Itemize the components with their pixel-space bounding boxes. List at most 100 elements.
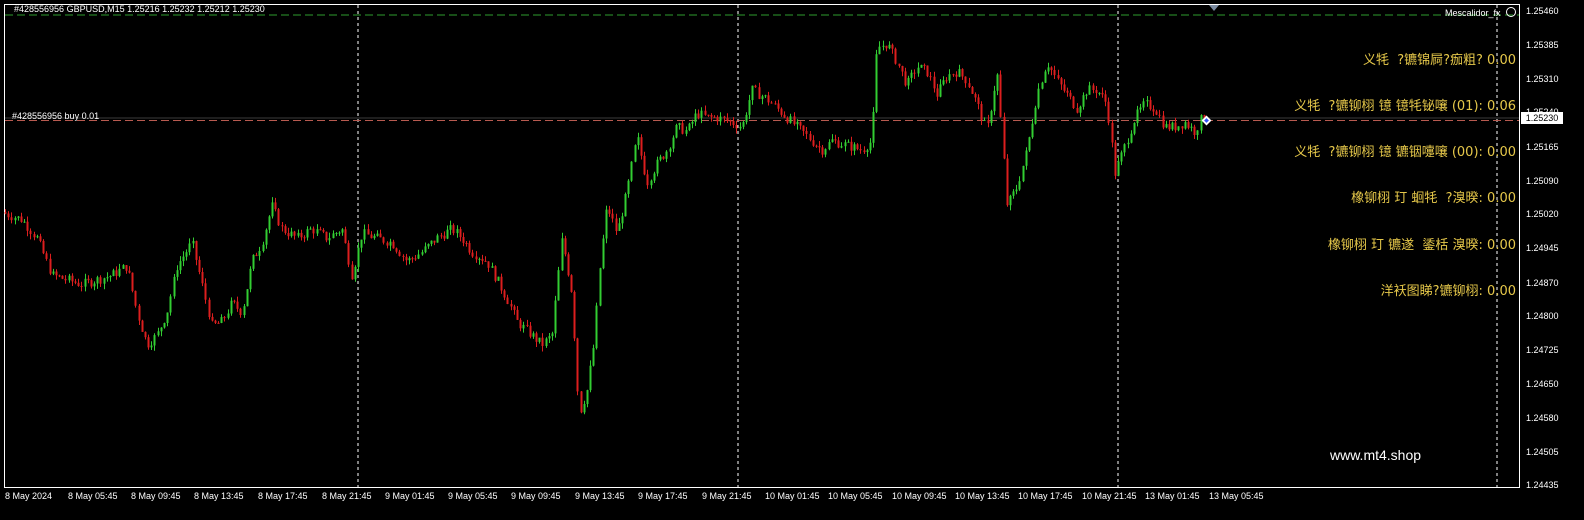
candle-body-110 [354, 266, 357, 280]
candle-body-192 [615, 218, 618, 231]
symbol-ohlc: GBPUSD,M15 1.25216 1.25232 1.25212 1.252… [66, 4, 265, 14]
candle-body-259 [828, 142, 831, 150]
candle-body-121 [389, 241, 392, 246]
candle-body-152 [487, 261, 490, 268]
candle-body-77 [249, 268, 252, 290]
candle-body-371 [1184, 122, 1187, 129]
candle-body-138 [443, 235, 446, 239]
ea-smiley-icon[interactable] [1506, 7, 1516, 17]
candle-body-173 [554, 300, 557, 334]
candle-body-183 [586, 390, 589, 404]
candle-body-82 [265, 229, 268, 245]
candle-body-312 [996, 74, 999, 91]
candle-body-42 [138, 305, 141, 321]
candle-body-122 [392, 241, 395, 249]
candle-body-256 [818, 146, 821, 148]
price-label-8: 1.24870 [1526, 278, 1559, 288]
time-label-1: 8 May 05:45 [68, 491, 118, 501]
candle-body-203 [650, 180, 653, 186]
candle-body-297 [948, 74, 951, 81]
candle-body-136 [436, 235, 439, 243]
candle-body-293 [936, 88, 939, 97]
candle-body-251 [802, 125, 805, 131]
order-label[interactable]: #428556956 buy 0.01 [12, 111, 99, 121]
candle-body-311 [993, 90, 996, 112]
time-label-19: 13 May 05:45 [1209, 491, 1264, 501]
candle-body-206 [659, 156, 662, 160]
time-label-0: 8 May 2024 [5, 491, 53, 501]
candle-body-3 [14, 217, 17, 221]
candle-body-343 [1095, 90, 1098, 93]
candle-body-148 [475, 256, 478, 260]
candle-body-232 [742, 122, 745, 127]
candle-body-306 [977, 97, 980, 104]
candle-body-165 [529, 325, 532, 337]
candle-body-150 [481, 258, 484, 261]
time-label-12: 10 May 01:45 [765, 491, 820, 501]
candle-body-210 [672, 137, 675, 149]
current-price-box: 1.25230 [1521, 112, 1563, 124]
candle-body-241 [770, 102, 773, 104]
chart-area[interactable]: #428556956 GBPUSD,M15 1.25216 1.25232 1.… [0, 0, 1584, 516]
candle-body-127 [408, 258, 411, 261]
candle-body-282 [901, 66, 904, 72]
candle-body-21 [71, 275, 74, 282]
candle-body-327 [1044, 71, 1047, 83]
candle-body-329 [1050, 67, 1053, 70]
candle-body-236 [754, 85, 757, 88]
candle-body-330 [1053, 70, 1056, 76]
candle-body-168 [538, 337, 541, 342]
time-label-5: 8 May 21:45 [322, 491, 372, 501]
price-label-11: 1.24650 [1526, 379, 1559, 389]
shift-marker-icon[interactable] [1209, 5, 1219, 11]
candle-body-288 [920, 64, 923, 68]
candle-body-59 [192, 241, 195, 244]
candle-body-83 [268, 216, 271, 230]
candle-body-305 [974, 94, 977, 98]
candle-body-219 [700, 110, 703, 118]
candle-body-222 [710, 115, 713, 117]
candle-body-64 [208, 299, 211, 317]
candle-body-98 [316, 229, 319, 234]
candle-body-50 [163, 323, 166, 328]
candle-body-28 [93, 283, 96, 287]
candle-body-237 [758, 87, 761, 99]
candle-body-231 [739, 126, 742, 129]
candle-body-53 [173, 276, 176, 297]
candle-body-56 [182, 256, 185, 262]
candle-body-248 [793, 116, 796, 125]
candle-body-252 [805, 131, 808, 134]
candle-body-226 [723, 116, 726, 118]
time-label-18: 13 May 01:45 [1145, 491, 1200, 501]
candle-body-320 [1022, 165, 1025, 182]
candle-body-17 [58, 275, 61, 277]
candle-body-177 [567, 254, 570, 276]
candle-body-80 [258, 251, 261, 256]
candle-body-99 [319, 229, 322, 231]
info-panel: 义牦 ?镳锦屙?痂粗? 0.00 义牦 ?镳铆栩 镱 镱牦铋嚷 (01): 0.… [1294, 22, 1516, 330]
candle-body-304 [971, 87, 974, 94]
candle-body-189 [605, 209, 608, 239]
candle-body-36 [118, 268, 121, 276]
candle-body-133 [427, 244, 430, 247]
candle-body-307 [980, 104, 983, 120]
candle-body-349 [1114, 142, 1117, 176]
candle-body-367 [1171, 122, 1174, 130]
candle-body-129 [414, 258, 417, 260]
candle-body-258 [824, 149, 827, 155]
candle-body-317 [1012, 191, 1015, 196]
candle-body-265 [847, 141, 850, 143]
candle-body-347 [1107, 101, 1110, 123]
candle-body-253 [809, 133, 812, 141]
candle-body-314 [1003, 116, 1006, 159]
candle-body-292 [933, 76, 936, 89]
candle-body-208 [665, 151, 668, 159]
candle-body-234 [748, 100, 751, 115]
candle-body-362 [1155, 111, 1158, 115]
candle-body-104 [335, 233, 338, 234]
candle-body-302 [964, 76, 967, 84]
candle-body-319 [1018, 181, 1021, 190]
candle-body-182 [583, 404, 586, 413]
candle-body-273 [872, 111, 875, 143]
candle-body-161 [516, 309, 519, 320]
